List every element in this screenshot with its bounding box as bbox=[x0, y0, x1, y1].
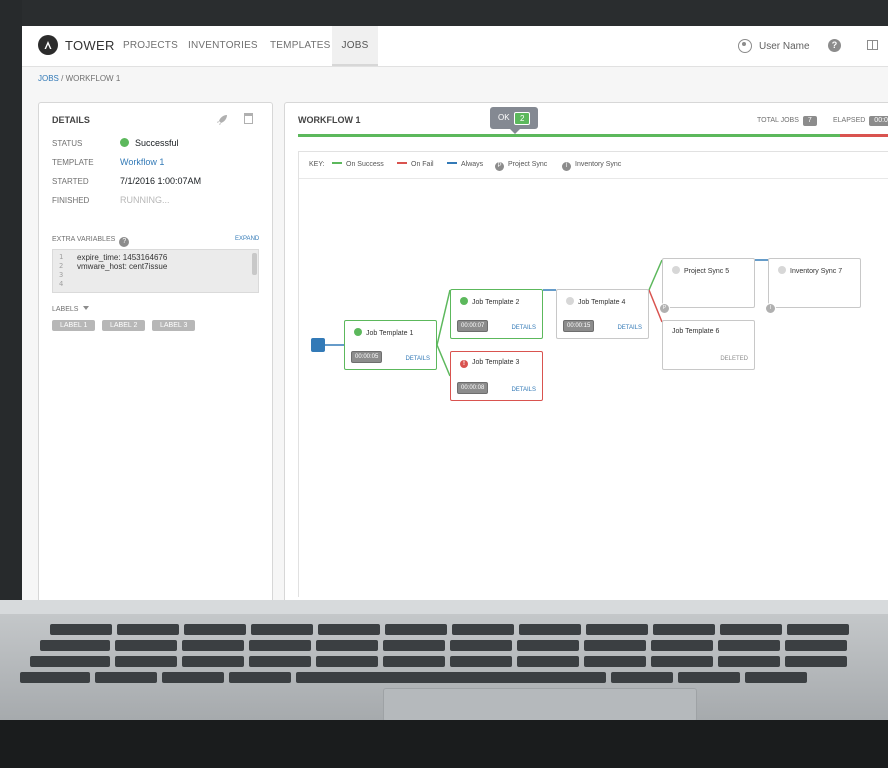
workflow-edges bbox=[325, 259, 768, 377]
template-label: TEMPLATE bbox=[52, 158, 94, 167]
workflow-start-node[interactable] bbox=[311, 338, 325, 352]
relaunch-rocket-icon[interactable] bbox=[216, 114, 228, 129]
job-status-bar-fail bbox=[840, 134, 888, 137]
laptop-hinge bbox=[0, 600, 888, 614]
node-job-template-1[interactable]: Job Template 1 00:00:05 DETAILS bbox=[344, 320, 437, 370]
breadcrumb-jobs[interactable]: JOBS bbox=[38, 74, 59, 83]
node-details-link[interactable]: DETAILS bbox=[405, 356, 430, 362]
laptop-keyboard-deck bbox=[0, 600, 888, 722]
ansible-logo-icon bbox=[38, 35, 58, 55]
help-icon[interactable]: ? bbox=[828, 39, 841, 52]
template-link[interactable]: Workflow 1 bbox=[120, 157, 164, 167]
success-status-icon bbox=[460, 297, 468, 305]
edge-jt1-jt3 bbox=[436, 344, 451, 377]
node-job-template-6[interactable]: Job Template 6 DELETED bbox=[662, 320, 755, 370]
key-row bbox=[30, 656, 870, 667]
started-label: STARTED bbox=[52, 177, 89, 186]
error-status-icon: ! bbox=[460, 360, 468, 368]
user-menu[interactable]: User Name bbox=[738, 26, 810, 66]
pending-status-icon bbox=[566, 297, 574, 305]
finished-value: RUNNING... bbox=[120, 195, 170, 205]
breadcrumb-current: WORKFLOW 1 bbox=[65, 74, 121, 83]
node-job-template-3[interactable]: ! Job Template 3 00:00:08 DETAILS bbox=[450, 351, 543, 401]
total-jobs: TOTAL JOBS 7 bbox=[757, 116, 817, 126]
node-job-template-2[interactable]: Job Template 2 00:00:07 DETAILS bbox=[450, 289, 543, 339]
labels-toggle[interactable]: LABELS bbox=[52, 306, 90, 313]
brand[interactable]: TOWER bbox=[38, 35, 115, 55]
node-details-link[interactable]: DETAILS bbox=[511, 387, 536, 393]
code-line: 1 expire_time: 1453164676 bbox=[59, 253, 168, 262]
node-deleted-label: DELETED bbox=[720, 356, 748, 362]
trackpad bbox=[383, 688, 697, 722]
user-name: User Name bbox=[759, 40, 810, 52]
node-elapsed: 00:00:05 bbox=[351, 351, 383, 363]
workflow-graph-canvas[interactable]: KEY: On Success On Fail Always P Project … bbox=[298, 151, 888, 597]
node-job-template-4[interactable]: Job Template 4 00:00:15 DETAILS bbox=[556, 289, 649, 339]
job-status-bar-success bbox=[298, 134, 888, 137]
total-jobs-badge: 7 bbox=[802, 116, 817, 126]
label-chip: LABEL 3 bbox=[152, 320, 196, 331]
nav-jobs[interactable]: JOBS bbox=[332, 26, 378, 66]
help-question-icon[interactable]: ? bbox=[119, 237, 130, 247]
activity-stream-icon[interactable] bbox=[867, 40, 878, 50]
desk-surface bbox=[0, 720, 888, 768]
edge-jt1-jt2 bbox=[436, 289, 451, 346]
status-value: Successful bbox=[120, 138, 179, 148]
nav-projects[interactable]: PROJECTS bbox=[123, 26, 178, 66]
status-success-icon bbox=[120, 138, 129, 147]
key-row bbox=[50, 624, 888, 635]
inventory-sync-badge-icon: I bbox=[765, 303, 776, 314]
label-chip: LABEL 1 bbox=[52, 320, 96, 331]
status-label: STATUS bbox=[52, 139, 83, 148]
workflow-title: WORKFLOW 1 bbox=[298, 115, 361, 125]
finished-label: FINISHED bbox=[52, 196, 90, 205]
success-status-icon bbox=[354, 328, 362, 336]
workflow-panel: WORKFLOW 1 OK 2 TOTAL JOBS7 ELAPSED00:00… bbox=[284, 102, 888, 600]
pending-status-icon bbox=[778, 266, 786, 274]
node-details-link[interactable]: DETAILS bbox=[511, 325, 536, 331]
node-elapsed: 00:00:08 bbox=[457, 382, 489, 394]
nav-templates[interactable]: TEMPLATES bbox=[270, 26, 331, 66]
expand-link[interactable]: EXPAND bbox=[235, 236, 259, 242]
code-line: 4 bbox=[59, 280, 64, 288]
node-elapsed: 00:00:15 bbox=[563, 320, 595, 332]
screen: TOWER PROJECTS INVENTORIES TEMPLATES JOB… bbox=[22, 26, 888, 600]
code-line: 3 bbox=[59, 271, 64, 279]
code-line: 2 vmware_host: cent7issue bbox=[59, 262, 168, 271]
laptop-bezel-top bbox=[0, 0, 888, 26]
key-row bbox=[40, 640, 880, 651]
label-chip: LABEL 2 bbox=[102, 320, 146, 331]
node-details-link[interactable]: DETAILS bbox=[617, 325, 642, 331]
brand-name: TOWER bbox=[65, 37, 115, 53]
chevron-down-icon bbox=[83, 306, 90, 310]
details-panel: DETAILS STATUS Successful TEMPLATE Workf… bbox=[38, 102, 273, 600]
key-row bbox=[20, 672, 860, 683]
elapsed-badge: 00:00 bbox=[869, 116, 888, 126]
user-icon bbox=[738, 39, 752, 53]
started-value: 7/1/2016 1:00:07AM bbox=[120, 176, 202, 186]
edge-jt4-ps5 bbox=[648, 259, 663, 291]
details-title: DETAILS bbox=[52, 115, 90, 125]
laptop-bezel-left bbox=[0, 0, 22, 600]
nav-inventories[interactable]: INVENTORIES bbox=[188, 26, 258, 66]
extra-variables-label: EXTRA VARIABLES? bbox=[52, 236, 130, 247]
top-nav: TOWER PROJECTS INVENTORIES TEMPLATES JOB… bbox=[22, 26, 888, 67]
node-elapsed: 00:00:07 bbox=[457, 320, 489, 332]
delete-trash-icon[interactable] bbox=[244, 113, 253, 124]
extra-variables-editor[interactable]: 1 expire_time: 1453164676 2 vmware_host:… bbox=[52, 249, 259, 293]
project-sync-badge-icon: P bbox=[659, 303, 670, 314]
elapsed: ELAPSED00:00 bbox=[833, 116, 888, 126]
breadcrumb: JOBS / WORKFLOW 1 bbox=[38, 74, 121, 83]
editor-scrollbar[interactable] bbox=[252, 253, 257, 275]
status-tooltip: OK 2 bbox=[490, 107, 538, 134]
node-inventory-sync-7[interactable]: Inventory Sync 7 I bbox=[765, 258, 861, 314]
pending-status-icon bbox=[672, 266, 680, 274]
node-project-sync-5[interactable]: Project Sync 5 P bbox=[659, 258, 755, 314]
ok-count-badge: 2 bbox=[514, 112, 531, 125]
